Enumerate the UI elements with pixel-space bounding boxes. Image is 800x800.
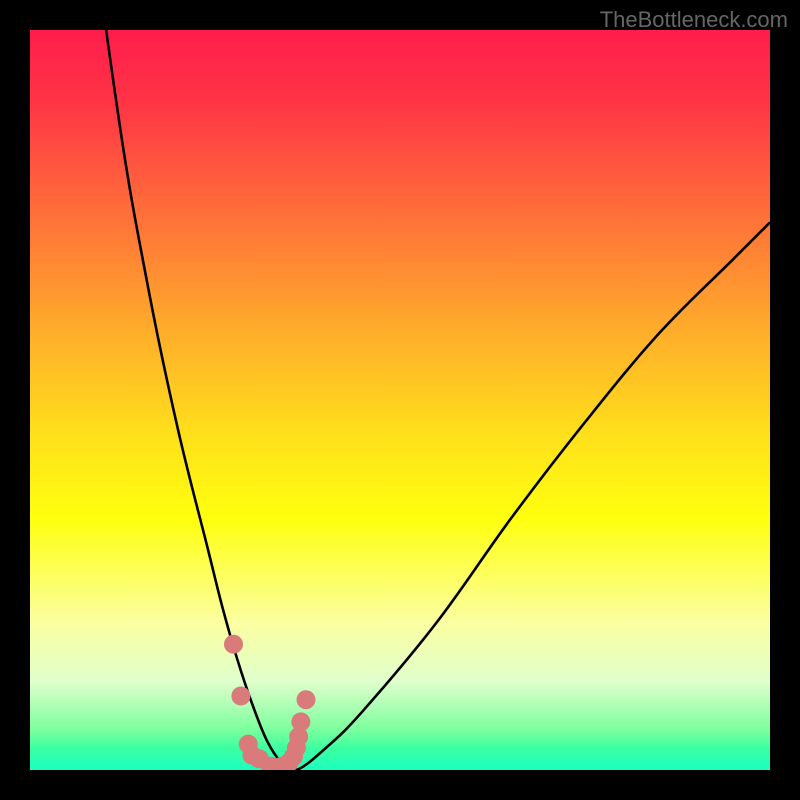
highlight-markers [224, 635, 316, 770]
plot-area [30, 30, 770, 770]
curve-layer [30, 30, 770, 770]
watermark-text: TheBottleneck.com [600, 7, 788, 33]
marker-point [297, 690, 316, 709]
chart-frame: TheBottleneck.com [0, 0, 800, 800]
bottleneck-curve [30, 30, 770, 770]
marker-point [291, 712, 310, 731]
marker-point [224, 635, 243, 654]
marker-point [231, 687, 250, 706]
